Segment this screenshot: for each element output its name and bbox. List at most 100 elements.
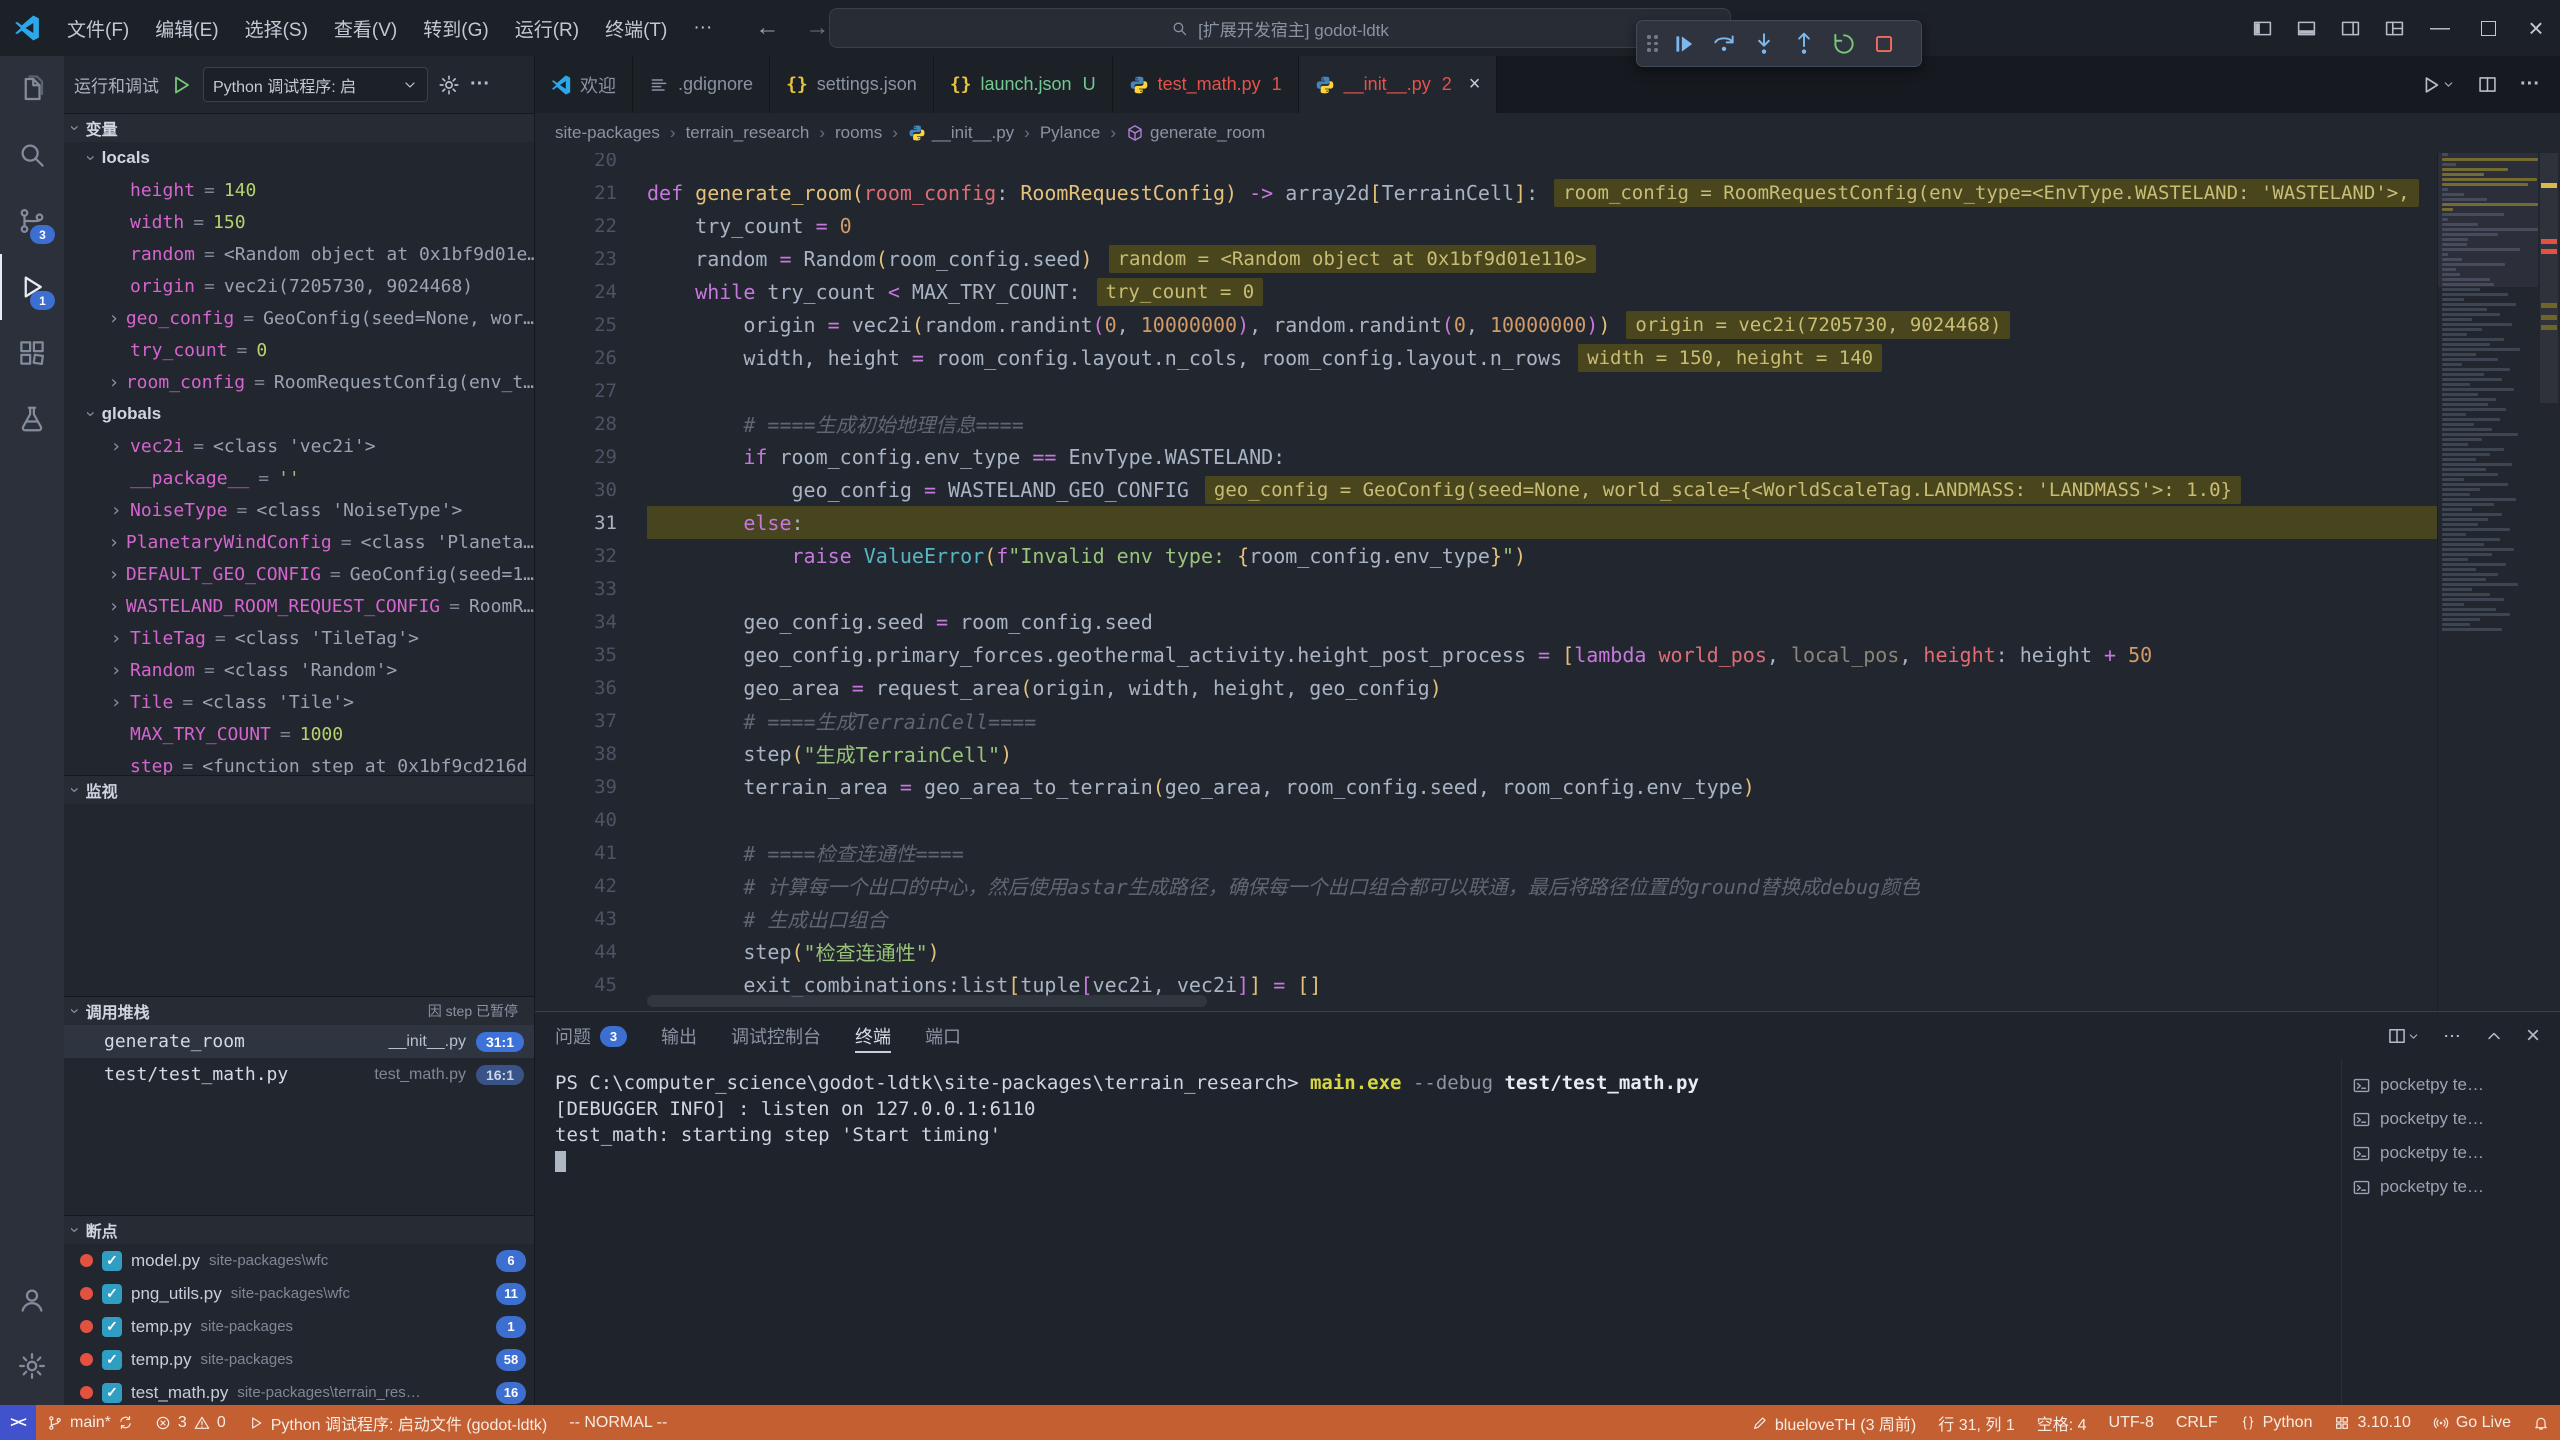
line-number[interactable]: 35 — [535, 644, 647, 666]
line-number[interactable]: 23 — [535, 248, 647, 270]
layout-dropdown-button[interactable] — [2387, 1026, 2420, 1046]
variable-row[interactable]: ›PlanetaryWindConfig=<class 'Planeta… — [64, 526, 534, 558]
toggle-panel[interactable] — [2284, 0, 2328, 56]
statusbar-item[interactable]: 30 — [144, 1405, 237, 1440]
breadcrumb-item[interactable]: __init__.py — [908, 123, 1014, 143]
breakpoint-checkbox[interactable]: ✓ — [102, 1284, 122, 1304]
statusbar-item[interactable]: CRLF — [2165, 1405, 2229, 1440]
split-editor-button[interactable] — [2477, 74, 2498, 95]
statusbar-item[interactable]: 空格: 4 — [2026, 1405, 2098, 1440]
line-number[interactable]: 41 — [535, 842, 647, 864]
code-line[interactable]: 36 geo_area = request_area(origin, width… — [535, 671, 2438, 704]
tab-__init__.py[interactable]: __init__.py2× — [1299, 56, 1498, 113]
menu-item[interactable]: 编辑(E) — [142, 0, 231, 56]
variable-row[interactable]: ›room_config=RoomRequestConfig(env_t… — [64, 366, 534, 398]
code-line[interactable]: 24 while try_count < MAX_TRY_COUNT:try_c… — [535, 275, 2438, 308]
run-file-button[interactable] — [2420, 74, 2455, 96]
code-line[interactable]: 44 step("检查连通性") — [535, 935, 2438, 968]
tab-.gdignore[interactable]: .gdignore — [633, 56, 770, 113]
breakpoint-checkbox[interactable]: ✓ — [102, 1317, 122, 1337]
line-number[interactable]: 44 — [535, 941, 647, 963]
code-line[interactable]: 31 else: — [535, 506, 2438, 539]
activity-settings-gear[interactable] — [0, 1333, 64, 1399]
line-number[interactable]: 32 — [535, 545, 647, 567]
activity-search[interactable] — [0, 122, 64, 188]
maximize-button[interactable] — [2464, 0, 2512, 56]
activity-explorer[interactable] — [0, 56, 64, 122]
breakpoint-row[interactable]: ✓png_utils.pysite-packages\wfc11 — [64, 1277, 534, 1310]
code-line[interactable]: 33 — [535, 572, 2438, 605]
customize-layout[interactable] — [2372, 0, 2416, 56]
debug-config-dropdown[interactable]: Python 调试程序: 启 — [203, 67, 428, 102]
callstack-frame[interactable]: generate_room__init__.py31:1 — [64, 1025, 534, 1058]
code-line[interactable]: 32 raise ValueError(f"Invalid env type: … — [535, 539, 2438, 572]
maximize-panel-button[interactable] — [2484, 1026, 2504, 1046]
breadcrumb-item[interactable]: terrain_research — [686, 123, 810, 143]
code-line[interactable]: 22 try_count = 0 — [535, 209, 2438, 242]
statusbar-item[interactable]: blueloveTH (3 周前) — [1741, 1405, 1927, 1440]
menu-item[interactable]: 文件(F) — [54, 0, 142, 56]
statusbar-item[interactable]: Go Live — [2422, 1405, 2522, 1440]
code-line[interactable]: 27 — [535, 374, 2438, 407]
line-number[interactable]: 25 — [535, 314, 647, 336]
variable-row[interactable]: origin=vec2i(7205730, 9024468) — [64, 270, 534, 302]
code-line[interactable]: 30 geo_config = WASTELAND_GEO_CONFIGgeo_… — [535, 473, 2438, 506]
breakpoint-row[interactable]: ✓temp.pysite-packages58 — [64, 1343, 534, 1376]
line-number[interactable]: 22 — [535, 215, 647, 237]
menu-item[interactable]: 查看(V) — [321, 0, 410, 56]
menu-item[interactable]: 转到(G) — [410, 0, 501, 56]
variable-row[interactable]: ›Tile=<class 'Tile'> — [64, 686, 534, 718]
statusbar-item[interactable]: Python 调试程序: 启动文件 (godot-ldtk) — [237, 1405, 559, 1440]
step-into-button[interactable] — [1746, 26, 1782, 62]
code-line[interactable]: 37 # ====生成TerrainCell==== — [535, 704, 2438, 737]
activity-source-control[interactable]: 3 — [0, 188, 64, 254]
watch-section-header[interactable]: › 监视 — [64, 775, 534, 804]
code-line[interactable]: 21def generate_room(room_config: RoomReq… — [535, 176, 2438, 209]
minimap[interactable] — [2437, 153, 2538, 1011]
command-center-search[interactable]: [扩展开发宿主] godot-ldtk — [829, 8, 1731, 48]
scrollbar-thumb[interactable] — [2540, 153, 2558, 403]
minimize-button[interactable]: — — [2416, 0, 2464, 56]
code-content[interactable]: 2021def generate_room(room_config: RoomR… — [535, 153, 2438, 1011]
breadcrumb-item[interactable]: generate_room — [1126, 123, 1265, 143]
code-line[interactable]: 38 step("生成TerrainCell") — [535, 737, 2438, 770]
panel-tab-问题[interactable]: 问题3 — [555, 1012, 627, 1060]
terminal-list-item[interactable]: pocketpy te… — [2342, 1102, 2560, 1136]
step-out-button[interactable] — [1786, 26, 1822, 62]
callstack-frame[interactable]: test/test_math.pytest_math.py16:1 — [64, 1058, 534, 1091]
terminal-list-item[interactable]: pocketpy te… — [2342, 1136, 2560, 1170]
variable-row[interactable]: width=150 — [64, 206, 534, 238]
variable-row[interactable]: ›TileTag=<class 'TileTag'> — [64, 622, 534, 654]
breakpoints-section-header[interactable]: › 断点 — [64, 1215, 534, 1244]
line-number[interactable]: 38 — [535, 743, 647, 765]
breadcrumb-item[interactable]: site-packages — [555, 123, 660, 143]
line-number[interactable]: 30 — [535, 479, 647, 501]
line-number[interactable]: 28 — [535, 413, 647, 435]
menu-item[interactable]: 选择(S) — [232, 0, 321, 56]
activity-account[interactable] — [0, 1267, 64, 1333]
start-debug-button[interactable] — [169, 73, 193, 97]
code-line[interactable]: 28 # ====生成初始地理信息==== — [535, 407, 2438, 440]
continue-button[interactable] — [1666, 26, 1702, 62]
variables-section-header[interactable]: › 变量 — [64, 113, 534, 142]
code-line[interactable]: 35 geo_config.primary_forces.geothermal_… — [535, 638, 2438, 671]
tab-launch.json[interactable]: {}launch.jsonU — [934, 56, 1113, 113]
code-line[interactable]: 43 # 生成出口组合 — [535, 902, 2438, 935]
code-line[interactable]: 25 origin = vec2i(random.randint(0, 1000… — [535, 308, 2438, 341]
menu-item[interactable]: 运行(R) — [502, 0, 592, 56]
more-actions-icon[interactable] — [2442, 1026, 2462, 1046]
restart-button[interactable] — [1826, 26, 1862, 62]
line-number[interactable]: 26 — [535, 347, 647, 369]
variable-row[interactable]: __package__='' — [64, 462, 534, 494]
breakpoint-row[interactable]: ✓test_math.pysite-packages\terrain_res…1… — [64, 1376, 534, 1405]
more-actions-icon[interactable]: ··· — [470, 73, 490, 96]
terminal-output[interactable]: PS C:\computer_science\godot-ldtk\site-p… — [535, 1060, 2341, 1405]
breakpoint-checkbox[interactable]: ✓ — [102, 1383, 122, 1403]
statusbar-item[interactable]: 行 31, 列 1 — [1927, 1405, 2025, 1440]
line-number[interactable]: 27 — [535, 380, 647, 402]
remote-indicator[interactable]: >< — [0, 1405, 36, 1440]
tab--[interactable]: 欢迎 — [535, 56, 633, 113]
minimap-slider[interactable] — [2438, 153, 2538, 287]
variable-row[interactable]: MAX_TRY_COUNT=1000 — [64, 718, 534, 750]
terminal-list-item[interactable]: pocketpy te… — [2342, 1170, 2560, 1204]
